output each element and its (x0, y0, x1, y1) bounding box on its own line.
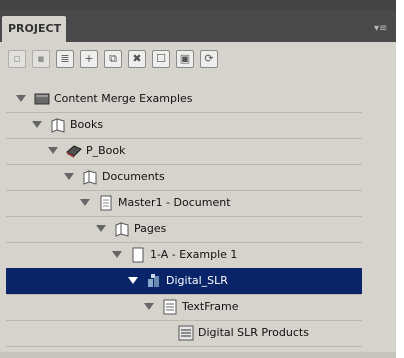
project-book-icon (34, 93, 50, 105)
project-tree: Content Merge Examples Books P_Book Docu… (6, 82, 390, 358)
panel-tab-row: PROJECT ▾≡ (0, 10, 396, 42)
tree-item-documents[interactable]: Documents (6, 164, 362, 191)
project-panel: PROJECT ▾≡ ▫ ▪ ≣ + ⧉ ✖ ☐ ▣ ⟳ Content Mer… (0, 0, 396, 358)
folder-icon (51, 118, 65, 133)
expand-triangle-icon[interactable] (48, 147, 58, 154)
tree-item-label: Master1 - Document (118, 196, 231, 209)
tree-item-pages[interactable]: Pages (6, 216, 362, 243)
tree-item-label: 1-A - Example 1 (150, 248, 238, 261)
toolbar-button-9[interactable]: ⟳ (200, 50, 218, 68)
expand-triangle-icon[interactable] (128, 277, 138, 284)
text-block-icon (178, 325, 194, 341)
toolbar-button-4[interactable]: + (80, 50, 98, 68)
text-frame-icon (163, 299, 177, 315)
tree-item-master1-document[interactable]: Master1 - Document (6, 190, 362, 217)
tree-item-textframe[interactable]: TextFrame (6, 294, 362, 321)
panel-top-bar (0, 0, 396, 10)
tree-item-books[interactable]: Books (6, 112, 362, 139)
tree-item-label: Pages (134, 222, 167, 235)
tree-item-label: Digital SLR Products (198, 326, 309, 339)
panel-bottom-edge (0, 352, 396, 358)
tab-project[interactable]: PROJECT (2, 16, 66, 42)
panel-menu-icon[interactable]: ▾≡ (374, 24, 388, 34)
tree-item-label: Digital_SLR (166, 274, 228, 287)
expand-triangle-icon[interactable] (96, 225, 106, 232)
folder-icon (115, 222, 129, 237)
toolbar-button-8[interactable]: ▣ (176, 50, 194, 68)
toolbar-button-3[interactable]: ≣ (56, 50, 74, 68)
tree-item-label: Content Merge Examples (54, 92, 193, 105)
expand-triangle-icon[interactable] (80, 199, 90, 206)
tree-item-label: Books (70, 118, 104, 131)
tree-item-label: P_Book (86, 144, 126, 157)
toolbar-button-1[interactable]: ▫ (8, 50, 26, 68)
document-icon (100, 195, 112, 211)
folder-icon (83, 170, 97, 185)
panel-toolbar: ▫ ▪ ≣ + ⧉ ✖ ☐ ▣ ⟳ (0, 42, 396, 78)
tree-item-content-merge-examples[interactable]: Content Merge Examples (6, 86, 362, 113)
tree-item-digital-slr-products[interactable]: Digital SLR Products (6, 320, 362, 347)
tree-item-digital-slr[interactable]: Digital_SLR (6, 268, 362, 295)
expand-triangle-icon[interactable] (16, 95, 26, 102)
expand-triangle-icon[interactable] (112, 251, 122, 258)
toolbar-button-7[interactable]: ☐ (152, 50, 170, 68)
page-icon (132, 247, 144, 263)
tree-item-p-book[interactable]: P_Book (6, 138, 362, 165)
book-icon (66, 145, 82, 158)
expand-triangle-icon[interactable] (144, 303, 154, 310)
expand-triangle-icon[interactable] (32, 121, 42, 128)
tree-item-1a-example-1[interactable]: 1-A - Example 1 (6, 242, 362, 269)
toolbar-button-6[interactable]: ✖ (128, 50, 146, 68)
tree-item-label: Documents (102, 170, 165, 183)
toolbar-button-5[interactable]: ⧉ (104, 50, 122, 68)
expand-triangle-icon[interactable] (64, 173, 74, 180)
tree-item-label: TextFrame (182, 300, 239, 313)
layer-icon (148, 274, 159, 287)
toolbar-button-2[interactable]: ▪ (32, 50, 50, 68)
